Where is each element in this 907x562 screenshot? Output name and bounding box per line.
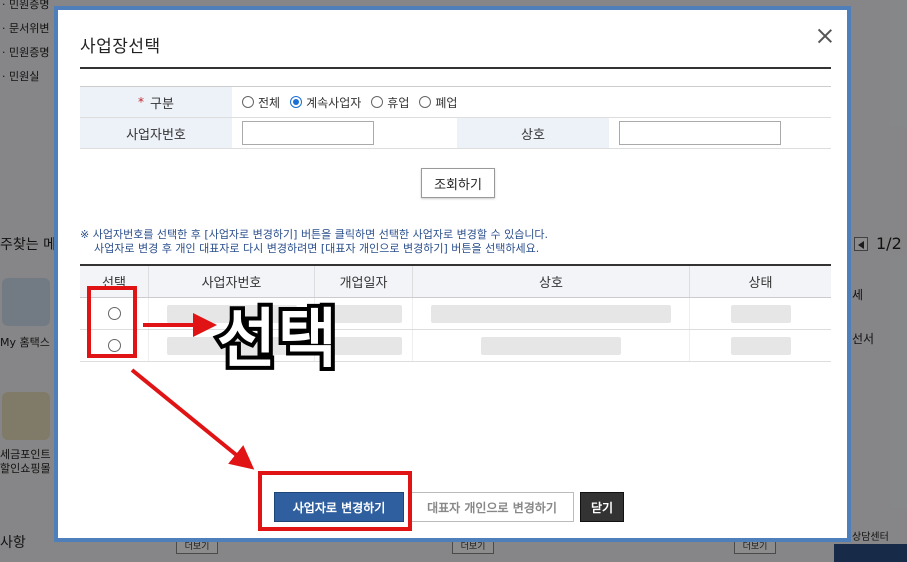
redacted-value — [431, 304, 671, 323]
radio-continuing-business[interactable]: 계속사업자 — [290, 94, 361, 111]
business-name-cell — [413, 298, 690, 329]
title-divider — [80, 67, 831, 69]
radio-all[interactable]: 전체 — [242, 94, 280, 111]
status-cell — [690, 298, 831, 329]
annotation-button-box — [258, 471, 412, 531]
results-table: 선택 사업자번호 개업일자 상호 상태 — [80, 264, 831, 362]
radio-button[interactable] — [419, 96, 432, 108]
header-status: 상태 — [748, 276, 773, 291]
table-header: 선택 사업자번호 개업일자 상호 상태 — [80, 266, 831, 298]
business-name-input[interactable] — [619, 121, 781, 145]
bizno-label: 사업자번호 — [80, 118, 232, 148]
name-cell — [609, 118, 781, 148]
bizno-row: 사업자번호 상호 — [80, 118, 831, 149]
name-label: 상호 — [457, 118, 609, 148]
radio-button[interactable] — [371, 96, 384, 108]
radio-suspended[interactable]: 휴업 — [371, 94, 409, 111]
close-button[interactable]: 닫기 — [580, 492, 624, 522]
required-mark: * — [138, 95, 145, 109]
radio-button-checked[interactable] — [290, 96, 303, 108]
search-button[interactable]: 조회하기 — [421, 168, 495, 198]
header-business-name: 상호 — [413, 266, 690, 297]
type-label: * 구분 — [80, 87, 232, 117]
business-select-modal: 사업장선택 * 구분 전체 계속사업자 휴업 폐업 사업자번호 상호 조회하기 … — [54, 6, 851, 542]
redacted-value — [481, 336, 621, 355]
notice-text: ※ 사업자번호를 선택한 후 [사업자로 변경하기] 버튼을 클릭하면 선택한 … — [80, 228, 549, 255]
annotation-select-box — [87, 286, 137, 358]
close-icon[interactable] — [817, 28, 833, 44]
bizno-cell — [232, 118, 457, 148]
bizno-input[interactable] — [242, 121, 374, 145]
redacted-value — [730, 304, 791, 323]
radio-button[interactable] — [242, 96, 254, 108]
type-row: * 구분 전체 계속사업자 휴업 폐업 — [80, 87, 831, 118]
annotation-label: 선택 — [213, 299, 341, 381]
status-cell — [690, 330, 831, 361]
redacted-value — [730, 336, 791, 355]
search-form: * 구분 전체 계속사업자 휴업 폐업 사업자번호 상호 — [80, 86, 831, 149]
business-name-cell — [413, 330, 690, 361]
type-radio-group: 전체 계속사업자 휴업 폐업 — [232, 87, 467, 117]
radio-closed[interactable]: 폐업 — [419, 94, 457, 111]
change-to-individual-button[interactable]: 대표자 개인으로 변경하기 — [410, 492, 574, 522]
table-row[interactable] — [80, 330, 831, 362]
modal-body: 사업장선택 * 구분 전체 계속사업자 휴업 폐업 사업자번호 상호 조회하기 … — [58, 10, 847, 538]
modal-title: 사업장선택 — [80, 37, 161, 57]
table-row[interactable] — [80, 298, 831, 330]
